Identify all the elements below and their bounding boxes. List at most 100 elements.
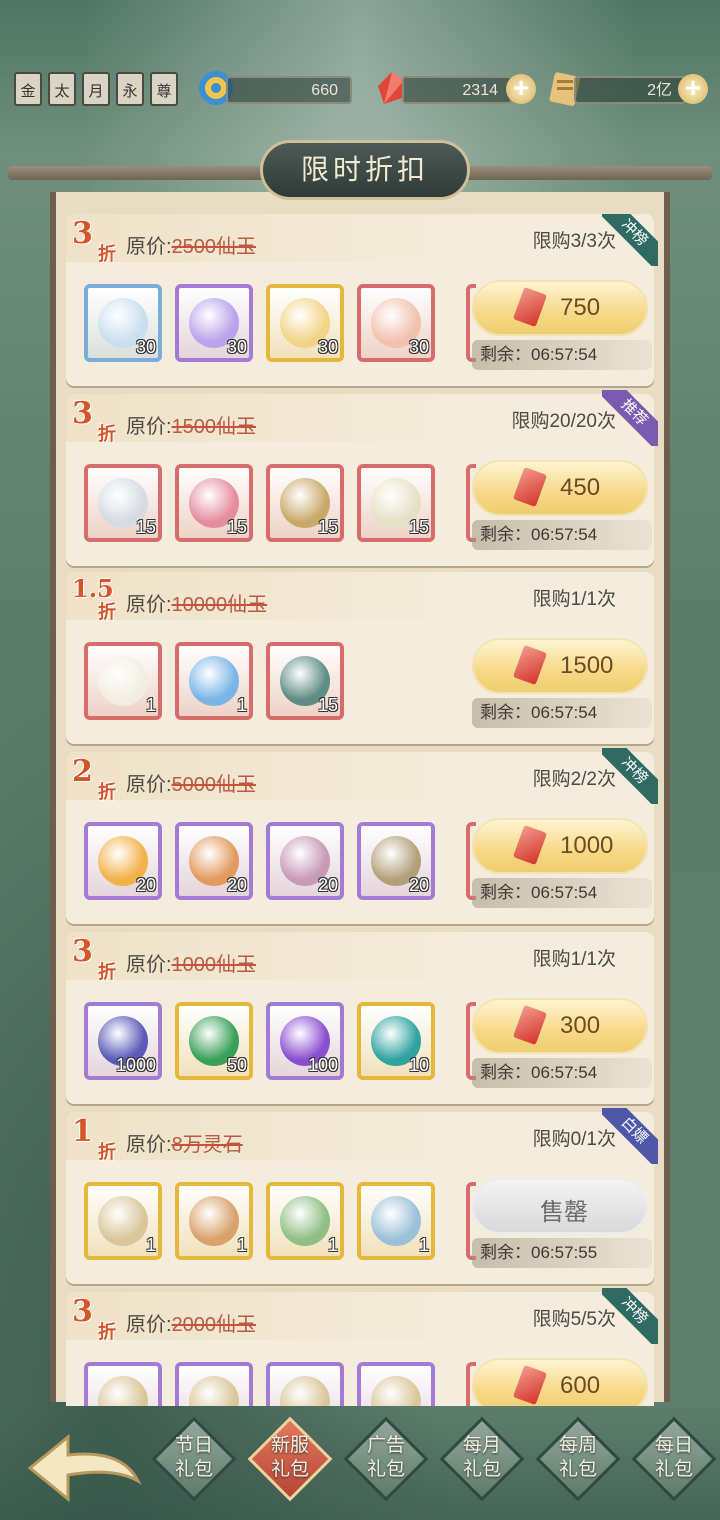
back-arrow-icon[interactable]	[22, 1431, 146, 1505]
original-price-value: 1000仙玉	[171, 954, 257, 976]
discount-value: 1	[72, 1114, 93, 1149]
original-price-label: 原价:	[126, 416, 172, 438]
reward-item[interactable]: 1000	[84, 1002, 162, 1080]
original-price: 原价:2500仙玉	[126, 230, 256, 259]
reward-item[interactable]: 15	[266, 464, 344, 542]
badge-moon[interactable]: 月	[82, 72, 110, 106]
original-price-label: 原价:	[126, 594, 172, 616]
reward-quantity: 100	[307, 1055, 338, 1075]
reward-item[interactable]	[175, 1362, 253, 1406]
item-row	[84, 1362, 476, 1406]
reward-item[interactable]: 50	[175, 1002, 253, 1080]
buy-price: 1000	[560, 832, 614, 859]
reward-item-icon	[189, 1196, 239, 1246]
add-gem-button[interactable]: +	[506, 74, 536, 104]
buy-button[interactable]: 1000	[472, 818, 648, 874]
reward-item[interactable]: 20	[357, 822, 435, 900]
badge-honor[interactable]: 尊	[150, 72, 178, 106]
reward-item[interactable]: 20	[84, 822, 162, 900]
tab-gift-pack[interactable]: 新服 礼包	[246, 1415, 334, 1503]
reward-quantity: 15	[408, 517, 429, 537]
discount-value: 3	[72, 396, 93, 431]
gem-icon	[512, 1364, 548, 1406]
original-price-value: 2000仙玉	[171, 1314, 257, 1336]
jade-amount: 660	[311, 82, 338, 99]
buy-price: 450	[560, 474, 601, 501]
original-price-value: 10000仙玉	[171, 594, 268, 616]
pack-card: 3 折原价:1000仙玉 限购1/1次 1000 50 100 10 300 剩余：06:57:…	[66, 932, 654, 1104]
original-price: 原价:8万灵石	[126, 1128, 243, 1157]
discount-tag: 3折	[70, 216, 130, 272]
reward-item[interactable]: 20	[266, 822, 344, 900]
add-gold-button[interactable]: +	[678, 74, 708, 104]
badge-gold[interactable]: 金	[14, 72, 42, 106]
reward-item[interactable]: 30	[175, 284, 253, 362]
discount-suffix: 折	[98, 602, 116, 623]
original-price-value: 2500仙玉	[171, 236, 257, 258]
discount-tag: 3折	[70, 1294, 130, 1350]
gem-icon	[512, 286, 548, 328]
buy-button[interactable]: 300	[472, 998, 648, 1054]
tab-label-line1: 每月	[462, 1434, 501, 1456]
reward-item[interactable]: 30	[266, 284, 344, 362]
reward-item[interactable]: 1	[175, 642, 253, 720]
reward-quantity: 1	[236, 695, 247, 715]
sold-out-button[interactable]: 售罄	[472, 1178, 648, 1234]
item-row: 15 15 15 15	[84, 464, 476, 546]
ribbon-label: 冲榜	[602, 1288, 658, 1344]
reward-item[interactable]	[266, 1362, 344, 1406]
reward-item[interactable]: 20	[175, 822, 253, 900]
reward-item[interactable]: 15	[357, 464, 435, 542]
reward-item[interactable]: 15	[266, 642, 344, 720]
discount-suffix: 折	[98, 962, 116, 983]
reward-item[interactable]: 10	[357, 1002, 435, 1080]
original-price-label: 原价:	[126, 1314, 172, 1336]
discount-suffix: 折	[98, 1322, 116, 1343]
purchase-limit: 限购1/1次	[532, 589, 616, 610]
ribbon-label: 冲榜	[602, 214, 658, 266]
reward-item[interactable]: 1	[84, 1182, 162, 1260]
reward-item[interactable]: 1	[84, 642, 162, 720]
tab-label-line1: 每周	[558, 1434, 597, 1456]
tab-gift-pack[interactable]: 每月 礼包	[438, 1415, 526, 1503]
pack-list[interactable]: 3 折原价:2500仙玉 限购3/3次 冲榜 30 30 30 30 750 剩余：06:57:5…	[62, 214, 658, 1406]
reward-item[interactable]: 1	[175, 1182, 253, 1260]
reward-item[interactable]: 15	[175, 464, 253, 542]
buy-button[interactable]: 1500	[472, 638, 648, 694]
reward-item[interactable]: 100	[266, 1002, 344, 1080]
ribbon-label: 白嫖	[602, 1108, 658, 1164]
badge-forever[interactable]: 永	[116, 72, 144, 106]
original-price: 原价:5000仙玉	[126, 768, 256, 797]
tab-label-line1: 节日	[174, 1434, 213, 1456]
reward-quantity: 30	[226, 337, 247, 357]
reward-item[interactable]: 15	[84, 464, 162, 542]
tab-label: 每日 礼包	[630, 1433, 718, 1481]
tab-label-line2: 礼包	[654, 1458, 693, 1480]
tab-gift-pack[interactable]: 每周 礼包	[534, 1415, 622, 1503]
reward-item[interactable]	[357, 1362, 435, 1406]
reward-item[interactable]: 30	[84, 284, 162, 362]
jade-counter: 660	[226, 76, 352, 104]
tab-gift-pack[interactable]: 广告 礼包	[342, 1415, 430, 1503]
original-price: 原价:10000仙玉	[126, 588, 267, 617]
ribbon-tag: 冲榜	[602, 1288, 658, 1344]
pack-card: 3 折原价:2000仙玉 限购5/5次 冲榜 600	[66, 1288, 658, 1406]
badge-tai[interactable]: 太	[48, 72, 76, 106]
tab-gift-pack[interactable]: 每日 礼包	[630, 1415, 718, 1503]
original-price-value: 5000仙玉	[171, 774, 257, 796]
time-remaining: 剩余：06:57:54	[472, 698, 652, 728]
reward-item[interactable]	[84, 1362, 162, 1406]
original-price-label: 原价:	[126, 954, 172, 976]
bottom-nav: 节日 礼包 新服 礼包 广告 礼包 每月 礼包 每周 礼包 每日 礼包	[0, 1405, 720, 1520]
buy-button[interactable]: 600	[472, 1358, 648, 1406]
reward-item[interactable]: 1	[357, 1182, 435, 1260]
reward-item[interactable]: 30	[357, 284, 435, 362]
time-remaining: 剩余：06:57:54	[472, 520, 652, 550]
reward-quantity: 15	[317, 517, 338, 537]
original-price-value: 1500仙玉	[171, 416, 257, 438]
original-price-label: 原价:	[126, 1134, 172, 1156]
tab-gift-pack[interactable]: 节日 礼包	[150, 1415, 238, 1503]
reward-item[interactable]: 1	[266, 1182, 344, 1260]
buy-button[interactable]: 750	[472, 280, 648, 336]
buy-button[interactable]: 450	[472, 460, 648, 516]
